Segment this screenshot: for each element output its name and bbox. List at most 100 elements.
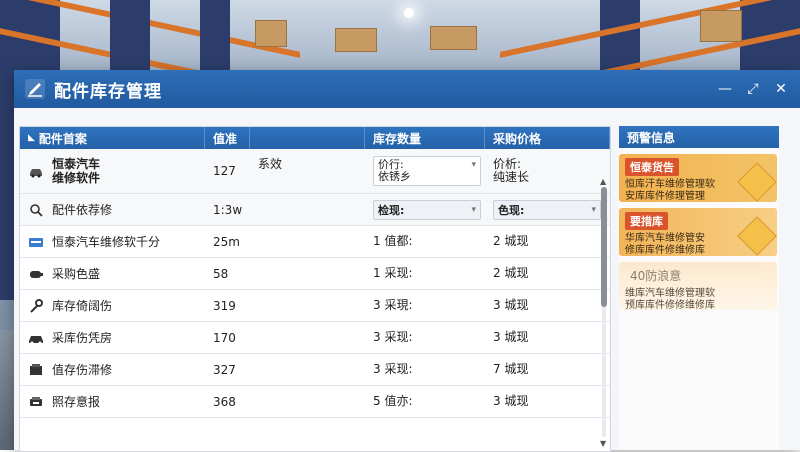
restore-button[interactable]: ⤢ xyxy=(742,78,764,100)
price-cell: 2 城现 xyxy=(485,226,610,257)
price-dropdown[interactable]: 色现: ▾ xyxy=(493,199,601,220)
alert-card[interactable]: 40防浪意 维库汽车维修管理软 预库库件修修维修库 xyxy=(619,262,777,311)
extra-cell xyxy=(250,290,365,321)
alert-body: 华库汽车维修管安 修库库件修维修库 xyxy=(625,233,705,256)
window-title: 配件库存管理 xyxy=(54,81,162,102)
alert-title: 40防浪意 xyxy=(630,269,682,283)
price-cell: 色现: ▾ xyxy=(485,194,610,225)
close-button[interactable]: ✕ xyxy=(770,78,792,100)
extra-cell xyxy=(250,258,365,289)
table-row[interactable]: 采购色盛 58 1 采现: 2 城现 xyxy=(20,258,610,290)
stock-text: 1 采现: xyxy=(373,266,413,280)
part-name-text: 库存倚阔伤 xyxy=(52,298,113,313)
value-cell: 1:3w xyxy=(213,202,243,217)
minimize-button[interactable]: — xyxy=(714,78,736,100)
table-row[interactable]: 值存伤滞修 327 3 采现: 7 城现 xyxy=(20,354,610,386)
column-header-stock[interactable]: 库存数量 xyxy=(365,127,485,149)
scrollbar-thumb[interactable] xyxy=(601,187,607,307)
extra-cell xyxy=(250,386,365,417)
column-header-price[interactable]: 采购价格 xyxy=(485,127,610,149)
wrench-icon xyxy=(28,298,44,314)
price-text: 价析: 纯速长 xyxy=(493,157,530,184)
stock-cell: 检现: ▾ xyxy=(365,194,485,225)
value-cell: 319 xyxy=(213,298,236,313)
part-name-cell: 配件依荐修 xyxy=(20,194,205,225)
part-name-cell: 采购色盛 xyxy=(20,258,205,289)
chevron-down-icon: ▾ xyxy=(471,160,476,170)
price-cell: 3 城现 xyxy=(485,322,610,353)
part-name-text: 采购色盛 xyxy=(52,266,101,281)
alert-title: 要措库 xyxy=(625,212,668,230)
table-row[interactable]: 库存倚阔伤 319 3 采現: 3 城现 xyxy=(20,290,610,322)
stock-cell: 1 值都: xyxy=(365,226,485,257)
price-text: 2 城现 xyxy=(493,234,529,248)
price-text: 3 城现 xyxy=(493,394,529,408)
column-header-value[interactable]: 值准 xyxy=(205,127,250,149)
alert-body: 恒库汗车维修管理软 安库库件修理管理 xyxy=(625,179,715,202)
car-icon xyxy=(28,163,44,179)
price-cell: 2 城现 xyxy=(485,258,610,289)
extra-cell xyxy=(250,354,365,385)
chevron-down-icon: ▾ xyxy=(591,204,596,215)
part-name-cell: 库存倚阔伤 xyxy=(20,290,205,321)
extra-cell xyxy=(250,226,365,257)
part-name-cell: 照存意报 xyxy=(20,386,205,417)
table-row[interactable]: 恒泰汽车 维修软件 127 系效 价行: 依锈乡 ▾ 价析: 纯速长 xyxy=(20,149,610,194)
scroll-down-icon[interactable]: ▼ xyxy=(600,439,606,448)
price-text: 3 城现 xyxy=(493,298,529,312)
pen-tool-icon xyxy=(25,79,45,99)
extra-cell: 系效 xyxy=(258,157,283,171)
stock-text: 1 值都: xyxy=(373,234,413,248)
column-header-blank[interactable] xyxy=(250,127,365,149)
price-text: 7 城现 xyxy=(493,362,529,376)
stock-dropdown-value: 价行: 依锈乡 xyxy=(378,158,411,183)
scroll-up-icon[interactable]: ▲ xyxy=(600,177,606,186)
part-name-text: 照存意报 xyxy=(52,394,101,409)
search-icon xyxy=(28,202,44,218)
price-dropdown-value: 色现: xyxy=(498,203,525,217)
cart-icon xyxy=(28,394,44,410)
table-row[interactable]: 恒泰汽车维修软千分 25m 1 值都: 2 城现 xyxy=(20,226,610,258)
extra-cell xyxy=(250,322,365,353)
value-cell: 58 xyxy=(213,266,229,281)
chevron-down-icon: ▾ xyxy=(471,204,476,215)
vehicle-icon xyxy=(28,330,44,346)
parts-table: ◣ 配件首案 值准 库存数量 采购价格 恒泰汽车 维修软件 127 系效 价行: 依锈… xyxy=(19,126,611,452)
price-cell: 价析: 纯速长 xyxy=(485,149,610,193)
stock-text: 3 采现: xyxy=(373,362,413,376)
alert-card[interactable]: 恒泰货告恒库汗车维修管理软 安库库件修理管理 xyxy=(619,154,777,202)
box-icon xyxy=(28,362,44,378)
stock-dropdown[interactable]: 检现: ▾ xyxy=(373,199,481,220)
stock-dropdown-value: 检现: xyxy=(378,203,405,217)
part-name-text: 恒泰汽车维修软千分 xyxy=(52,234,161,249)
price-text: 2 城现 xyxy=(493,266,529,280)
part-name-text: 值存伤滞修 xyxy=(52,362,113,377)
column-header-name[interactable]: ◣ 配件首案 xyxy=(20,127,205,149)
vertical-scrollbar[interactable]: ▲ ▼ xyxy=(600,177,608,448)
value-cell: 170 xyxy=(213,330,236,345)
table-header: ◣ 配件首案 值准 库存数量 采购价格 xyxy=(20,127,610,149)
stock-cell: 3 采现: xyxy=(365,354,485,385)
value-cell: 368 xyxy=(213,394,236,409)
part-name-text: 采库伤凭房 xyxy=(52,330,113,345)
value-cell: 25m xyxy=(213,234,240,249)
part-name-cell: 采库伤凭房 xyxy=(20,322,205,353)
alert-title: 恒泰货告 xyxy=(625,158,679,176)
price-cell: 3 城现 xyxy=(485,290,610,321)
price-cell: 3 城现 xyxy=(485,386,610,417)
price-text: 3 城现 xyxy=(493,330,529,344)
stock-cell: 价行: 依锈乡 ▾ xyxy=(365,149,485,193)
table-row[interactable]: 采库伤凭房 170 3 采现: 3 城现 xyxy=(20,322,610,354)
table-row[interactable]: 配件依荐修 1:3w 检现: ▾ 色现: ▾ xyxy=(20,194,610,226)
stock-cell: 3 采现: xyxy=(365,322,485,353)
price-cell: 7 城现 xyxy=(485,354,610,385)
stock-cell: 1 采现: xyxy=(365,258,485,289)
alert-card[interactable]: 要措库华库汽车维修管安 修库库件修维修库 xyxy=(619,208,777,256)
part-icon xyxy=(28,266,44,282)
table-row[interactable]: 照存意报 368 5 值亦: 3 城现 xyxy=(20,386,610,418)
stock-dropdown[interactable]: 价行: 依锈乡 ▾ xyxy=(373,156,481,186)
alerts-header: 预警信息 xyxy=(619,126,779,148)
stock-text: 3 采现: xyxy=(373,330,413,344)
alerts-panel: 预警信息 恒泰货告恒库汗车维修管理软 安库库件修理管理要措库华库汽车维修管安 修… xyxy=(619,126,779,450)
stock-text: 3 采現: xyxy=(373,298,413,312)
